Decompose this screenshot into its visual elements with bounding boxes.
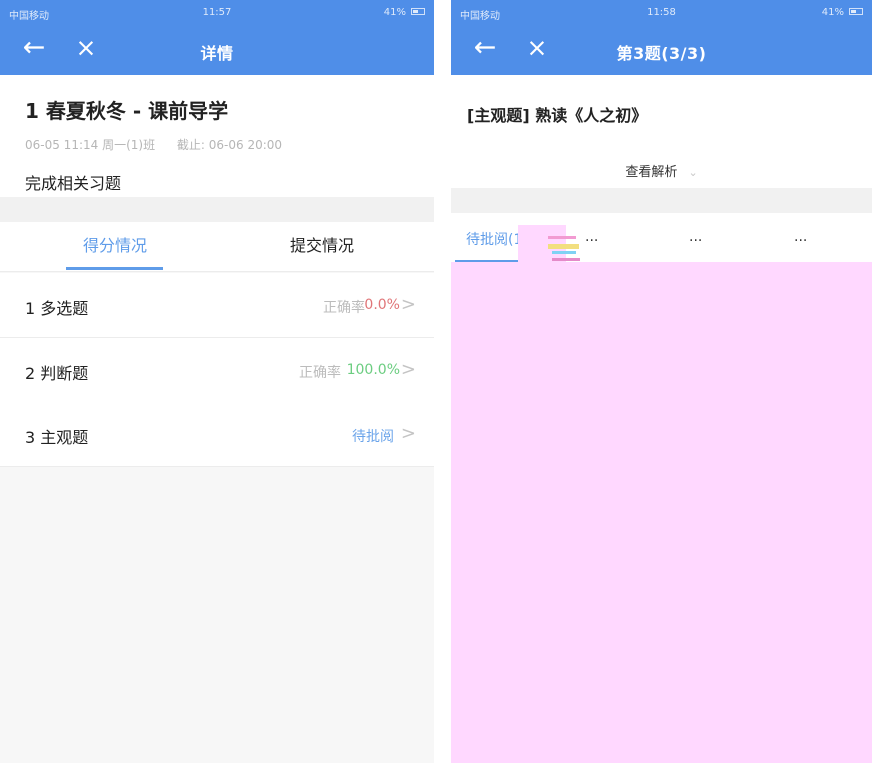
left-battery-level: 41% — [383, 7, 406, 18]
question-row-multiple-choice[interactable]: 1 多选题 正确率 0.0% > — [0, 273, 434, 338]
image-corruption-area — [451, 262, 872, 763]
corruption-stripe — [552, 258, 580, 261]
right-time: 11:58 — [647, 7, 676, 18]
right-status-bar: 中国移动 11:58 41% — [451, 3, 872, 22]
question-label: 2 判断题 — [25, 364, 89, 383]
left-page-title: 详情 — [200, 44, 234, 63]
assignment-info: 1 春夏秋冬 - 课前导学 06-05 11:14 周一(1)班 截止: 06-… — [0, 75, 434, 197]
question-title: [主观题] 熟读《人之初》 — [467, 106, 648, 125]
chevron-right-icon: > — [400, 294, 416, 315]
corruption-stripe — [552, 251, 576, 254]
left-time: 11:57 — [202, 7, 232, 18]
corruption-stripe — [548, 236, 576, 239]
chevron-right-icon: > — [400, 359, 416, 380]
corruption-stripe — [548, 244, 579, 249]
assignment-date-class: 06-05 11:14 周一(1)班 — [25, 138, 156, 152]
accuracy-label: 正确率 — [323, 300, 365, 316]
battery-icon — [411, 8, 425, 15]
assignment-deadline: 截止: 06-06 20:00 — [176, 138, 283, 152]
right-battery-level: 41% — [821, 7, 844, 18]
left-status-bar: 中国移动 11:57 41% — [0, 3, 434, 22]
battery-icon — [849, 8, 863, 15]
tab-second-status[interactable]: ... — [585, 229, 598, 245]
tab-fourth-status[interactable]: ... — [794, 229, 807, 245]
left-tabs: 得分情况 提交情况 — [0, 222, 434, 272]
left-top-bar: 中国移动 11:57 41% ← × 详情 — [0, 0, 434, 75]
view-analysis-label: 查看解析 — [625, 165, 678, 180]
assignment-description: 完成相关习题 — [25, 174, 122, 193]
accuracy-label: 正确率 — [299, 365, 341, 381]
view-analysis-button[interactable]: 查看解析 ⌄ — [451, 161, 872, 180]
pending-review-status: 待批阅 — [352, 429, 394, 445]
right-top-bar: 中国移动 11:58 41% ← × 第3题(3/3) — [451, 0, 872, 75]
accuracy-value: 0.0% — [364, 297, 400, 313]
right-page-title: 第3题(3/3) — [616, 44, 707, 63]
chevron-right-icon: > — [400, 423, 416, 444]
tab-submit-status[interactable]: 提交情况 — [262, 222, 382, 270]
question-row-subjective[interactable]: 3 主观题 待批阅 > — [0, 402, 434, 467]
assignment-meta: 06-05 11:14 周一(1)班 截止: 06-06 20:00 — [25, 136, 282, 153]
accuracy-value: 100.0% — [346, 362, 400, 378]
tab-third-status[interactable]: ... — [689, 229, 702, 245]
question-info: [主观题] 熟读《人之初》 查看解析 ⌄ — [451, 75, 872, 188]
chevron-down-icon: ⌄ — [688, 166, 698, 179]
question-label: 1 多选题 — [25, 299, 89, 318]
tab-score-status[interactable]: 得分情况 — [55, 222, 175, 270]
left-section-divider — [0, 197, 434, 222]
question-label: 3 主观题 — [25, 428, 89, 447]
assignment-title: 1 春夏秋冬 - 课前导学 — [25, 99, 229, 123]
active-tab-indicator — [66, 267, 163, 270]
right-section-divider — [451, 188, 872, 213]
left-phone-screen: 中国移动 11:57 41% ← × 详情 1 春夏秋冬 - 课前导学 06-0… — [0, 0, 434, 763]
review-status-tabs: 待批阅(1) ... ... ... — [451, 213, 872, 267]
question-row-true-false[interactable]: 2 判断题 正确率 100.0% > — [0, 338, 434, 403]
